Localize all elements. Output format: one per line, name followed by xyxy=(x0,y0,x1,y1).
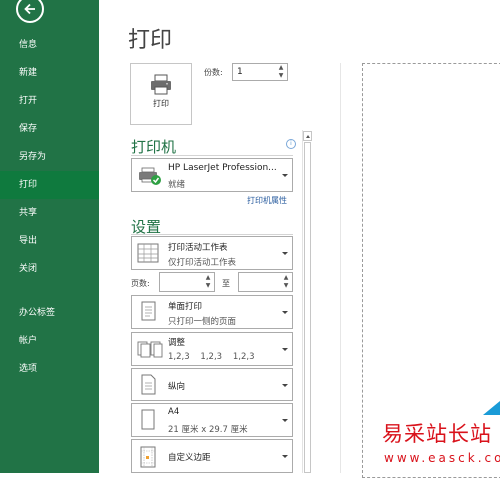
spin-down-icon[interactable]: ▼ xyxy=(277,73,285,79)
chevron-down-icon xyxy=(282,384,288,387)
chevron-down-icon xyxy=(282,174,288,177)
printer-section-heading: 打印机 xyxy=(131,138,177,156)
sidebar-item-options[interactable]: 选项 xyxy=(0,355,99,383)
copies-input[interactable]: 1 ▲ ▼ xyxy=(232,63,288,81)
watermark-url: www.easck.com xyxy=(384,451,500,465)
portrait-page-icon xyxy=(141,374,156,395)
sidebar-item-close[interactable]: 关闭 xyxy=(0,255,99,283)
print-what-dropdown[interactable]: 打印活动工作表 仅打印活动工作表 xyxy=(131,236,293,270)
margins-title: 自定义边距 xyxy=(168,453,211,463)
watermark-corner-graphic xyxy=(483,401,500,415)
spin-up-icon[interactable]: ▲ xyxy=(204,275,212,281)
collate-icon xyxy=(137,341,163,358)
sidebar-item-info[interactable]: 信息 xyxy=(0,31,99,59)
pages-to-label: 至 xyxy=(222,279,230,288)
scroll-up-arrow-icon[interactable] xyxy=(303,131,312,141)
pages-from-input[interactable]: ▲ ▼ xyxy=(159,272,215,292)
printer-device-icon xyxy=(139,167,161,185)
back-button[interactable] xyxy=(16,0,44,23)
paper-size-icon xyxy=(141,409,155,430)
spin-down-icon[interactable]: ▼ xyxy=(282,283,290,289)
printer-status: 就绪 xyxy=(168,180,186,190)
collate-dropdown[interactable]: 调整 1,2,3 1,2,3 1,2,3 xyxy=(131,332,293,366)
spin-up-icon[interactable]: ▲ xyxy=(282,275,290,281)
watermark-text: 易采站长站 xyxy=(382,422,492,446)
chevron-down-icon xyxy=(282,419,288,422)
spin-down-icon[interactable]: ▼ xyxy=(204,283,212,289)
sidebar-item-export[interactable]: 导出 xyxy=(0,227,99,255)
copies-label: 份数: xyxy=(204,68,223,77)
print-button[interactable]: 打印 xyxy=(130,63,192,125)
print-button-label: 打印 xyxy=(153,99,169,108)
sidebar-item-save[interactable]: 保存 xyxy=(0,115,99,143)
print-what-title: 打印活动工作表 xyxy=(168,243,228,253)
printer-dropdown[interactable]: HP LaserJet Profession... 就绪 xyxy=(131,158,293,192)
panel-divider xyxy=(340,63,341,473)
chevron-down-icon xyxy=(282,348,288,351)
chevron-down-icon xyxy=(282,252,288,255)
printer-properties-link[interactable]: 打印机属性 xyxy=(247,195,287,206)
chevron-down-icon xyxy=(282,311,288,314)
paper-size-sub: 21 厘米 x 29.7 厘米 xyxy=(168,425,248,435)
printer-name: HP LaserJet Profession... xyxy=(168,163,277,173)
pages-label: 页数: xyxy=(131,279,150,288)
pages-to-input[interactable]: ▲ ▼ xyxy=(238,272,293,292)
print-preview-page xyxy=(362,63,500,478)
sidebar-item-office-tab[interactable]: 办公标签 xyxy=(0,299,99,327)
sidebar-item-new[interactable]: 新建 xyxy=(0,59,99,87)
copies-value: 1 xyxy=(237,67,243,77)
custom-margins-icon xyxy=(140,446,156,468)
chevron-down-icon xyxy=(282,455,288,458)
sheet-grid-icon xyxy=(137,243,159,263)
orientation-title: 纵向 xyxy=(168,382,186,392)
collate-title: 调整 xyxy=(168,338,186,348)
sides-title: 单面打印 xyxy=(168,302,203,312)
sidebar-item-print[interactable]: 打印 xyxy=(0,171,99,199)
orientation-dropdown[interactable]: 纵向 xyxy=(131,368,293,401)
spin-up-icon[interactable]: ▲ xyxy=(277,65,285,71)
backstage-sidebar: 信息 新建 打开 保存 另存为 打印 共享 导出 关闭 办公标签 帐户 选项 xyxy=(0,0,99,473)
printer-icon xyxy=(151,74,171,95)
printer-section-rule xyxy=(131,155,293,156)
paper-size-title: A4 xyxy=(168,407,180,417)
collate-sub: 1,2,3 1,2,3 1,2,3 xyxy=(168,352,255,362)
sides-sub: 只打印一侧的页面 xyxy=(168,317,237,327)
scrollbar-thumb[interactable] xyxy=(304,142,311,473)
info-icon[interactable]: i xyxy=(286,139,296,149)
sides-dropdown[interactable]: 单面打印 只打印一侧的页面 xyxy=(131,295,293,329)
sidebar-item-open[interactable]: 打开 xyxy=(0,87,99,115)
paper-size-dropdown[interactable]: A4 21 厘米 x 29.7 厘米 xyxy=(131,403,293,437)
single-page-icon xyxy=(141,301,156,321)
sidebar-item-account[interactable]: 帐户 xyxy=(0,327,99,355)
sidebar-item-save-as[interactable]: 另存为 xyxy=(0,143,99,171)
sidebar-item-share[interactable]: 共享 xyxy=(0,199,99,227)
page-title: 打印 xyxy=(128,28,173,53)
settings-section-rule xyxy=(131,234,293,235)
print-what-sub: 仅打印活动工作表 xyxy=(168,258,237,268)
margins-dropdown[interactable]: 自定义边距 xyxy=(131,439,293,473)
back-arrow-icon xyxy=(24,3,35,15)
